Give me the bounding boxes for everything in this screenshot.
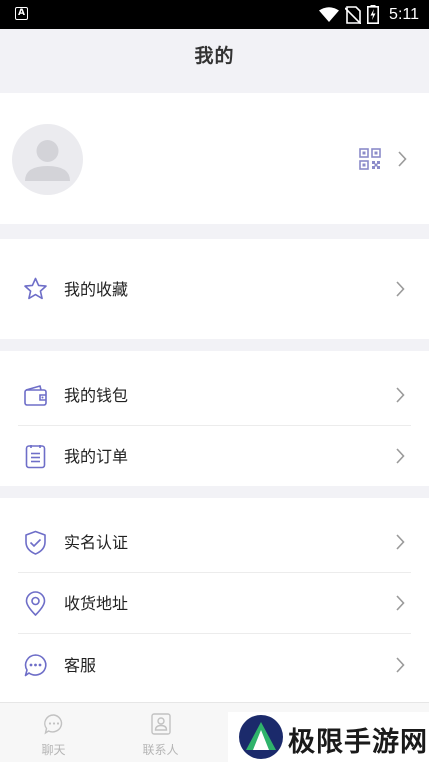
chevron-right-icon [396,657,405,673]
app-notification-icon: A [15,7,28,20]
tab-contacts[interactable]: 联系人 [107,703,214,762]
profile-chevron-right-icon [398,151,407,167]
chevron-right-icon [396,448,405,464]
tab-label: 聊天 [41,743,66,757]
menu-item-address[interactable]: 收货地址 [0,573,429,634]
contacts-icon [150,713,171,735]
tab-chat[interactable]: 聊天 [0,703,107,762]
location-pin-icon [25,591,46,616]
menu-item-label: 我的订单 [64,447,129,466]
order-list-icon [25,445,46,469]
wallet-icon [24,385,47,406]
menu-item-label: 客服 [64,656,97,675]
menu-item-label: 我的收藏 [64,280,129,299]
chevron-right-icon [396,595,405,611]
chat-icon [43,714,62,735]
menu-item-label: 我的钱包 [64,386,129,405]
chevron-right-icon [396,534,405,550]
chat-bubble-icon [24,654,47,677]
qr-code-icon[interactable] [359,148,381,170]
account-group: 实名认证 收货地址 客服 [0,498,429,702]
default-avatar-icon [25,140,70,181]
menu-item-label: 收货地址 [64,594,129,613]
profile-card[interactable] [0,93,429,224]
no-sim-icon [345,5,362,24]
wifi-icon [319,6,340,22]
avatar[interactable] [12,124,83,195]
watermark-text: 极限手游网 [288,727,428,758]
menu-item-favorites[interactable]: 我的收藏 [0,259,429,320]
chevron-right-icon [396,281,405,297]
page-title: 我的 [194,45,235,67]
menu-item-label: 实名认证 [64,533,129,552]
finance-group: 我的钱包 我的订单 [0,351,429,486]
battery-charging-icon [367,5,380,24]
menu-item-verification[interactable]: 实名认证 [0,512,429,573]
chevron-right-icon [396,387,405,403]
header: 我的 [0,29,429,93]
tab-label: 联系人 [142,743,179,757]
favorites-group: 我的收藏 [0,239,429,339]
system-icons: 5:11 [319,0,419,29]
clock: 5:11 [389,5,419,23]
status-bar: A 5:11 [0,0,429,29]
star-icon [24,277,47,300]
menu-item-wallet[interactable]: 我的钱包 [0,365,429,426]
watermark-logo [239,715,283,759]
shield-check-icon [25,530,46,555]
row-divider [18,633,411,634]
watermark: 极限手游网 [228,712,429,762]
menu-item-customer-service[interactable]: 客服 [0,635,429,696]
menu-item-orders[interactable]: 我的订单 [0,426,429,487]
